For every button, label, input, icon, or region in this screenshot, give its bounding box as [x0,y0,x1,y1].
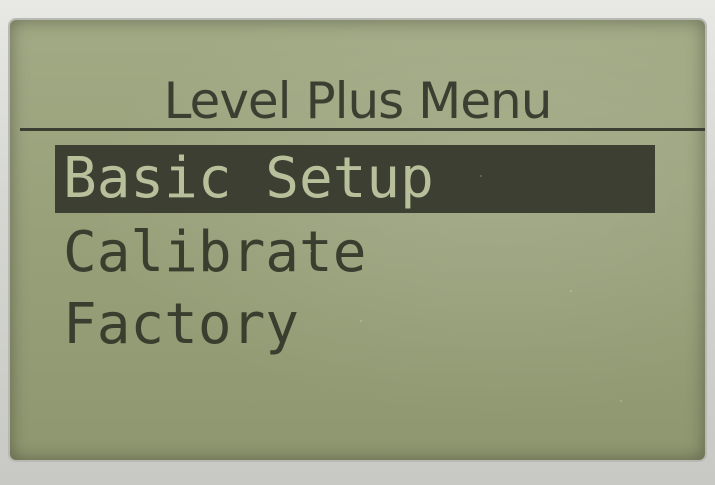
menu-list: Basic Setup Calibrate Factory [55,145,705,361]
title-divider [20,128,705,131]
screen-speck [620,400,622,402]
menu-item-basic-setup[interactable]: Basic Setup [55,145,655,213]
menu-item-factory[interactable]: Factory [55,289,705,361]
screen-speck [570,290,572,292]
screen-speck [360,320,362,322]
lcd-screen: Level Plus Menu Basic Setup Calibrate Fa… [10,20,705,460]
screen-speck [310,250,312,252]
screen-speck [480,175,482,177]
device-frame: Level Plus Menu Basic Setup Calibrate Fa… [0,0,715,485]
menu-title: Level Plus Menu [163,72,553,130]
menu-item-calibrate[interactable]: Calibrate [55,217,705,289]
